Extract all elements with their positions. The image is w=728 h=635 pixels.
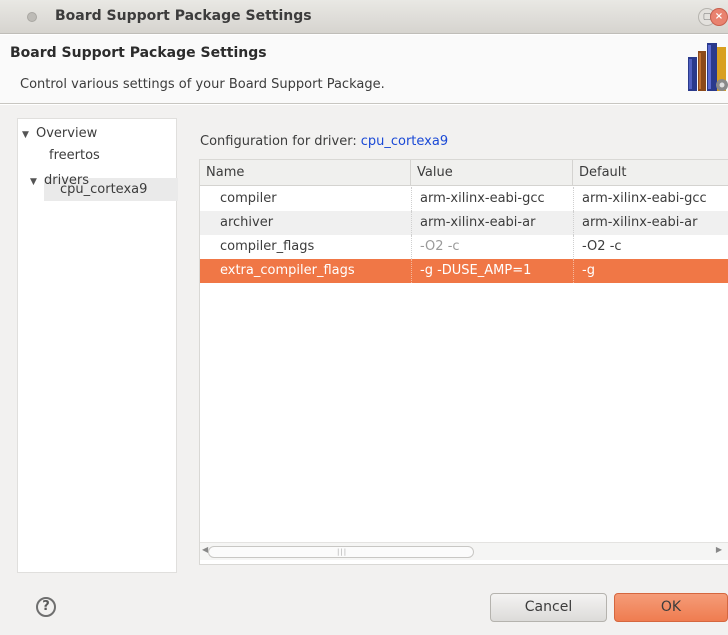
driver-name: cpu_cortexa9 [360, 134, 449, 149]
tree-item-label: Overview [36, 126, 98, 141]
cell-default: -O2 -c [573, 235, 728, 259]
scroll-right-icon[interactable]: ▶ [716, 545, 722, 554]
scrollbar-thumb[interactable]: ||| [208, 546, 474, 558]
tree-item-label: cpu_cortexa9 [60, 182, 148, 197]
table-row[interactable]: archiver arm-xilinx-eabi-ar arm-xilinx-e… [200, 211, 728, 235]
column-header-name[interactable]: Name [200, 160, 411, 186]
library-books-icon [688, 43, 728, 91]
tree-item-cpu-cortexa9[interactable]: cpu_cortexa9 [60, 179, 147, 201]
dialog-description: Control various settings of your Board S… [20, 77, 385, 92]
config-label: Configuration for driver: cpu_cortexa9 [200, 134, 448, 149]
expand-arrow-icon[interactable]: ▼ [30, 171, 44, 193]
config-label-text: Configuration for driver: [200, 134, 357, 149]
tree-item-freertos[interactable]: freertos [49, 145, 100, 167]
ok-button[interactable]: OK [614, 593, 728, 622]
column-header-value[interactable]: Value [411, 160, 573, 186]
table-header: Name Value Default [200, 160, 728, 186]
tree-item-overview[interactable]: ▼ Overview [22, 123, 97, 145]
expand-arrow-icon[interactable]: ▼ [22, 124, 36, 146]
cell-name: extra_compiler_flags [220, 263, 355, 278]
window-controls: ▢ × [698, 8, 728, 26]
settings-tree: ▼ Overview freertos ▼ drivers cpu_cortexa9 [17, 118, 178, 573]
dialog-footer: ? Cancel OK [0, 575, 728, 635]
cancel-button[interactable]: Cancel [490, 593, 607, 622]
cell-value[interactable]: arm-xilinx-eabi-gcc [411, 187, 573, 211]
table-row[interactable]: compiler arm-xilinx-eabi-gcc arm-xilinx-… [200, 187, 728, 211]
cell-value[interactable]: -g -DUSE_AMP=1 [411, 259, 573, 283]
cell-default: arm-xilinx-eabi-gcc [573, 187, 728, 211]
cell-value[interactable]: -O2 -c [411, 235, 573, 259]
tree-item-label: freertos [49, 148, 100, 163]
cell-default: arm-xilinx-eabi-ar [573, 211, 728, 235]
dialog-title: Board Support Package Settings [10, 45, 267, 61]
cell-name: archiver [220, 215, 274, 230]
dialog-body: ▼ Overview freertos ▼ drivers cpu_cortexa9… [0, 105, 728, 575]
cell-name: compiler_flags [220, 239, 315, 254]
window-title: Board Support Package Settings [55, 8, 312, 24]
close-icon[interactable]: × [710, 8, 728, 26]
table-row-selected[interactable]: extra_compiler_flags -g -DUSE_AMP=1 -g [200, 259, 728, 283]
table-row[interactable]: compiler_flags -O2 -c -O2 -c [200, 235, 728, 259]
window-menu-icon[interactable] [27, 12, 37, 22]
help-icon[interactable]: ? [36, 597, 56, 617]
column-header-default[interactable]: Default [573, 160, 728, 186]
dialog-header: Board Support Package Settings Control v… [0, 35, 728, 103]
cell-value[interactable]: arm-xilinx-eabi-ar [411, 211, 573, 235]
title-bar: Board Support Package Settings ▢ × [0, 0, 728, 34]
scroll-grip-icon: ||| [337, 548, 348, 556]
settings-table: Name Value Default compiler arm-xilinx-e… [199, 159, 728, 565]
horizontal-scrollbar[interactable]: ◀ ||| ▶ [200, 542, 728, 560]
cell-default: -g [573, 259, 728, 283]
cell-name: compiler [220, 191, 277, 206]
